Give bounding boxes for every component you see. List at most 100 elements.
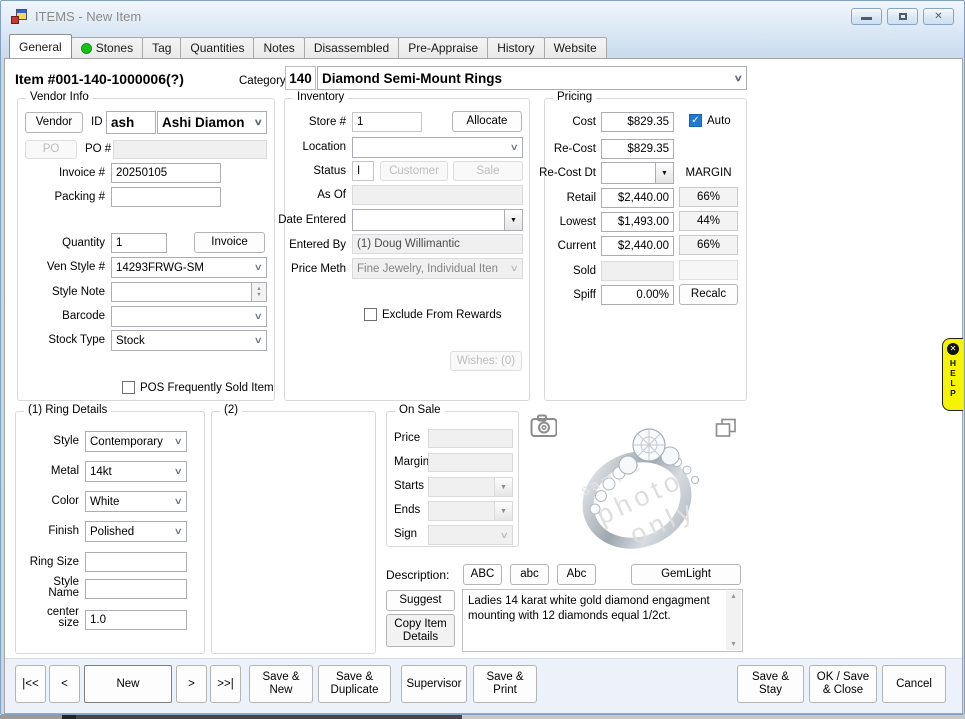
ven-style-dropdown[interactable]: 14293FRWG-SM∨	[111, 257, 267, 278]
abc-uppercase-button[interactable]: ABC	[463, 564, 502, 585]
copy-item-details-button[interactable]: Copy Item Details	[386, 614, 455, 647]
retail-label: Retail	[567, 192, 596, 204]
description-label: Description:	[386, 568, 449, 582]
ring-size-field[interactable]	[85, 552, 187, 572]
details-group-2: (2)	[211, 411, 376, 654]
metal-dropdown[interactable]: 14kt∨	[85, 461, 187, 482]
window-title: ITEMS - New Item	[35, 9, 141, 24]
style-name-field[interactable]	[85, 579, 187, 599]
sale-ends-picker: ▼	[428, 501, 513, 521]
invoice-number-field[interactable]: 20250105	[111, 163, 221, 183]
sale-button: Sale	[453, 161, 523, 181]
save-and-new-button[interactable]: Save & New	[249, 665, 313, 703]
abc-titlecase-button[interactable]: Abc	[557, 564, 596, 585]
tab-stones[interactable]: Stones	[71, 37, 143, 58]
save-and-stay-button[interactable]: Save & Stay	[737, 665, 804, 703]
tab-history[interactable]: History	[487, 37, 544, 58]
entered-by-field: (1) Doug Willimantic	[352, 234, 523, 254]
store-field[interactable]: 1	[352, 112, 422, 132]
record-new-button[interactable]: New	[84, 665, 172, 703]
record-last-button[interactable]: >>|	[210, 665, 241, 703]
auto-checkbox[interactable]: ✓	[689, 114, 702, 127]
finish-dropdown[interactable]: Polished∨	[85, 521, 187, 542]
pos-frequently-sold-checkbox[interactable]	[122, 381, 135, 394]
current-field[interactable]: $2,440.00	[601, 236, 674, 256]
barcode-dropdown[interactable]: ∨	[111, 306, 267, 327]
sale-margin-field	[428, 453, 513, 472]
record-next-button[interactable]: >	[176, 665, 207, 703]
maximize-button[interactable]	[887, 8, 918, 25]
location-dropdown[interactable]: ∨	[352, 137, 523, 158]
sale-ends-label: Ends	[394, 504, 420, 516]
vendor-name-dropdown[interactable]: Ashi Diamon∨	[157, 111, 267, 134]
tab-notes[interactable]: Notes	[253, 37, 304, 58]
copy-photo-icon[interactable]	[715, 418, 737, 438]
help-tab[interactable]: ✕ H E L P	[942, 338, 963, 411]
quantity-field[interactable]: 1	[111, 233, 167, 253]
tab-tag[interactable]: Tag	[142, 37, 181, 58]
title-bar[interactable]: ITEMS - New Item ✕	[1, 1, 964, 33]
camera-icon[interactable]	[530, 414, 558, 438]
color-dropdown[interactable]: White∨	[85, 491, 187, 512]
status-field[interactable]: I	[352, 161, 374, 181]
barcode-label: Barcode	[62, 310, 105, 322]
ring-style-label: Style	[53, 435, 79, 447]
recost-dt-picker[interactable]: ▼	[601, 162, 674, 184]
allocate-button[interactable]: Allocate	[452, 111, 522, 132]
sale-sign-label: Sign	[394, 528, 417, 540]
abc-lowercase-button[interactable]: abc	[510, 564, 549, 585]
exclude-rewards-checkbox[interactable]	[364, 308, 377, 321]
close-button[interactable]: ✕	[923, 8, 954, 25]
vendor-id-field[interactable]: ash	[106, 111, 156, 134]
description-scrollbar[interactable]: ▲ ▼	[726, 591, 741, 650]
ok-save-close-button[interactable]: OK / Save & Close	[809, 665, 877, 703]
style-note-spinner[interactable]: ▲▼	[252, 282, 267, 302]
center-size-field[interactable]: 1.0	[85, 610, 187, 630]
scroll-up-icon[interactable]: ▲	[730, 593, 737, 600]
stock-type-dropdown[interactable]: Stock∨	[111, 330, 267, 351]
style-note-field[interactable]	[111, 282, 252, 302]
item-photo[interactable]: sample photo only	[557, 412, 713, 554]
packing-number-field[interactable]	[111, 187, 221, 207]
recalc-button[interactable]: Recalc	[679, 284, 738, 305]
cost-field[interactable]: $829.35	[601, 112, 674, 132]
lowest-field[interactable]: $1,493.00	[601, 212, 674, 232]
calendar-dropdown-icon[interactable]: ▼	[655, 163, 673, 183]
margin-header: MARGIN	[679, 167, 738, 179]
record-prev-button[interactable]: <	[49, 665, 80, 703]
description-text: Ladies 14 karat white gold diamond engag…	[468, 594, 722, 624]
recost-field[interactable]: $829.35	[601, 139, 674, 159]
category-code-field[interactable]: 140	[285, 66, 316, 90]
id-label: ID	[91, 116, 103, 128]
tab-general[interactable]: General	[9, 34, 72, 58]
items-window: ITEMS - New Item ✕ General Stones Tag Qu…	[0, 0, 965, 715]
suggest-button[interactable]: Suggest	[386, 590, 455, 611]
gemlight-button[interactable]: GemLight	[631, 564, 741, 585]
spiff-field[interactable]: 0.00%	[601, 285, 674, 305]
calendar-dropdown-icon[interactable]: ▼	[504, 210, 522, 230]
vendor-button[interactable]: Vendor	[25, 112, 83, 133]
lowest-margin-box: 44%	[679, 211, 738, 231]
cancel-button[interactable]: Cancel	[882, 665, 946, 703]
tab-disassembled[interactable]: Disassembled	[304, 37, 399, 58]
date-entered-picker[interactable]: ▼	[352, 209, 523, 231]
tab-website[interactable]: Website	[544, 37, 607, 58]
ring-style-dropdown[interactable]: Contemporary∨	[85, 431, 187, 452]
tab-quantities[interactable]: Quantities	[180, 37, 254, 58]
supervisor-button[interactable]: Supervisor	[401, 665, 467, 703]
packing-number-label: Packing #	[54, 191, 105, 203]
description-textarea[interactable]: Ladies 14 karat white gold diamond engag…	[462, 589, 743, 652]
save-and-duplicate-button[interactable]: Save & Duplicate	[318, 665, 391, 703]
help-icon: ✕	[947, 343, 959, 355]
retail-margin-box: 66%	[679, 187, 738, 207]
record-first-button[interactable]: |<<	[15, 665, 46, 703]
scroll-down-icon[interactable]: ▼	[730, 641, 737, 648]
tab-pre-appraise[interactable]: Pre-Appraise	[398, 37, 488, 58]
category-dropdown[interactable]: Diamond Semi-Mount Rings∨	[317, 66, 747, 90]
invoice-button[interactable]: Invoice	[194, 232, 265, 253]
quantity-label: Quantity	[62, 237, 105, 249]
save-and-print-button[interactable]: Save & Print	[473, 665, 537, 703]
retail-field[interactable]: $2,440.00	[601, 188, 674, 208]
minimize-button[interactable]	[851, 8, 882, 25]
item-number-text: Item #001-140-1000006(?)	[15, 71, 184, 87]
